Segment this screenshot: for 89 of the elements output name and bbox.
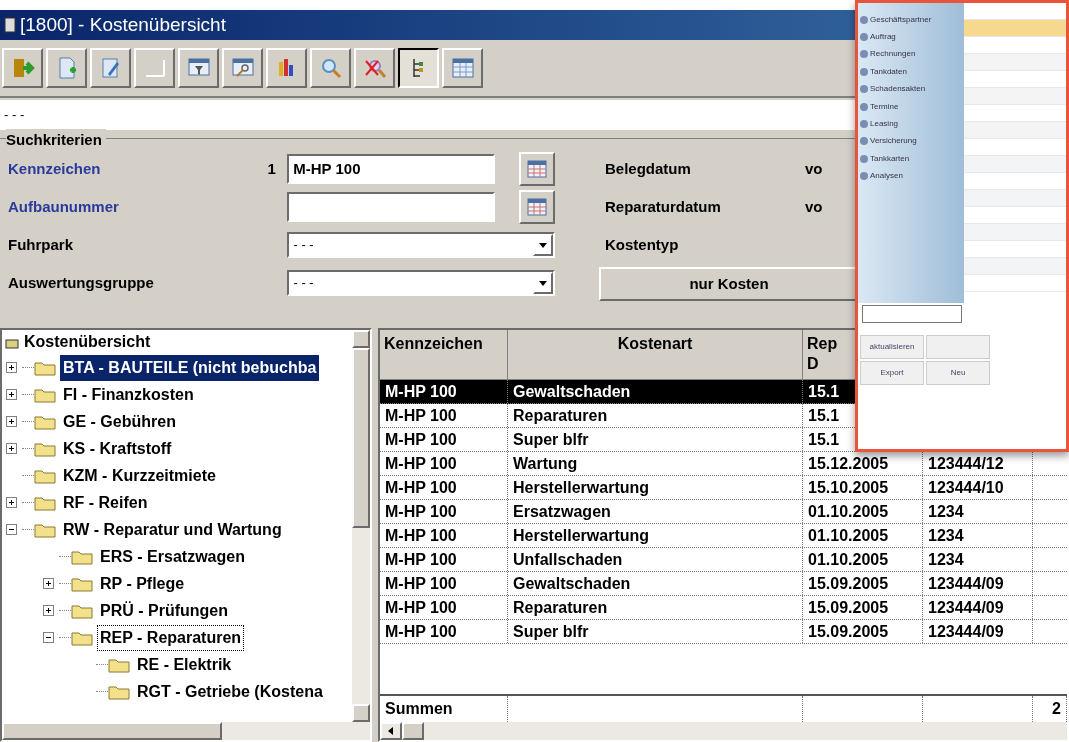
field-label: Kennzeichen <box>8 158 102 179</box>
table-cell: M-HP 100 <box>380 572 508 595</box>
tree-item[interactable]: RF - Reifen <box>60 489 151 516</box>
field-label: Auswertungsgruppe <box>8 272 155 293</box>
tree-item[interactable]: REP - Reparaturen <box>97 624 245 651</box>
table-row[interactable]: M-HP 100 Reparaturen 15.09.2005 123444/09 <box>380 596 1067 620</box>
dropdown[interactable]: - - - <box>287 270 555 296</box>
table-cell: Unfallschaden <box>508 548 803 571</box>
table-cell: M-HP 100 <box>380 476 508 499</box>
menu-item[interactable]: Auftrag <box>870 31 896 44</box>
tree-item[interactable]: KS - Kraftstoff <box>60 435 175 462</box>
totals-value: 2 <box>1052 700 1061 717</box>
overlay-button[interactable]: aktualisieren <box>860 335 924 359</box>
tree-item[interactable]: FI - Finanzkosten <box>60 381 197 408</box>
totals-label: Summen <box>385 700 453 717</box>
field-index: 1 <box>267 159 276 177</box>
input-field[interactable]: M-HP 100 <box>287 154 496 184</box>
table-cell: M-HP 100 <box>380 596 508 619</box>
overlay-button[interactable]: Export <box>860 361 924 385</box>
table-cell: Herstellerwartung <box>508 524 803 547</box>
dropdown[interactable]: - - - <box>287 232 555 258</box>
table-cell: M-HP 100 <box>380 500 508 523</box>
table-cell: 15.09.2005 <box>803 596 923 619</box>
field-label: Reparaturdatum <box>605 196 722 217</box>
table-cell: M-HP 100 <box>380 404 508 427</box>
table-row[interactable]: M-HP 100 Herstellerwartung 15.10.2005 123444/10 <box>380 476 1067 500</box>
table-cell: M-HP 100 <box>380 452 508 475</box>
field-label: Kostentyp <box>605 234 680 255</box>
table-cell: 15.09.2005 <box>803 572 923 595</box>
tree-item[interactable]: RGT - Getriebe (Kostena <box>134 678 326 705</box>
table-cell: Super blfr <box>508 428 803 451</box>
table-cell: 123444/09 <box>923 620 1033 643</box>
table-cell: M-HP 100 <box>380 548 508 571</box>
menu-item[interactable]: Tankkarten <box>870 152 910 165</box>
table-cell: Super blfr <box>508 620 803 643</box>
table-row[interactable]: M-HP 100 Gewaltschaden 15.09.2005 123444/09 <box>380 572 1067 596</box>
table-cell: Gewaltschaden <box>508 380 803 403</box>
menu-item[interactable]: Termine <box>870 100 899 113</box>
tree-item[interactable]: ERS - Ersatzwagen <box>97 543 248 570</box>
table-cell: 01.10.2005 <box>803 500 923 523</box>
table-row[interactable]: M-HP 100 Super blfr 15.09.2005 123444/09 <box>380 620 1067 644</box>
table-cell: 15.09.2005 <box>803 620 923 643</box>
table-row[interactable]: M-HP 100 Ersatzwagen 01.10.2005 1234 <box>380 500 1067 524</box>
menu-item[interactable]: Leasing <box>870 118 899 131</box>
tree-item[interactable]: RE - Elektrik <box>134 651 235 678</box>
field-label: vo <box>805 196 823 217</box>
table-cell: 1234 <box>923 548 1033 571</box>
tree-item[interactable]: RW - Reparatur und Wartung <box>60 516 285 543</box>
menu-item[interactable]: Geschäftspartner <box>870 13 932 26</box>
menu-item[interactable]: Versicherung <box>870 135 917 148</box>
table-cell: 01.10.2005 <box>803 524 923 547</box>
column-header[interactable]: Kennzeichen <box>380 330 508 379</box>
table-cell: Reparaturen <box>508 596 803 619</box>
table-cell: 123444/09 <box>923 596 1033 619</box>
table-cell: Ersatzwagen <box>508 500 803 523</box>
table-cell: Herstellerwartung <box>508 476 803 499</box>
table-cell: Reparaturen <box>508 404 803 427</box>
table-row[interactable]: M-HP 100 Unfallschaden 01.10.2005 1234 <box>380 548 1067 572</box>
table-cell: 1234 <box>923 500 1033 523</box>
table-cell: M-HP 100 <box>380 380 508 403</box>
menu-item[interactable]: Analysen <box>870 170 903 183</box>
tree-item[interactable]: GE - Gebühren <box>60 408 179 435</box>
table-cell: Gewaltschaden <box>508 572 803 595</box>
table-row[interactable]: M-HP 100 Herstellerwartung 01.10.2005 1234 <box>380 524 1067 548</box>
table-cell: Wartung <box>508 452 803 475</box>
overlay-button[interactable]: Neu <box>926 361 990 385</box>
table-cell: 15.10.2005 <box>803 476 923 499</box>
table-cell: M-HP 100 <box>380 524 508 547</box>
field-label: Fuhrpark <box>8 234 74 255</box>
tree-item[interactable]: KZM - Kurzzeitmiete <box>60 462 219 489</box>
table-cell: 123444/10 <box>923 476 1033 499</box>
tree-item[interactable]: BTA - BAUTEILE (nicht bebuchba <box>60 354 320 381</box>
table-cell: M-HP 100 <box>380 620 508 643</box>
info-line: - - - <box>4 106 25 125</box>
window-title: [1800] - Kostenübersicht <box>20 12 226 37</box>
column-header[interactable]: Kostenart <box>508 330 803 379</box>
tree-item[interactable]: RP - Pflege <box>97 570 188 597</box>
table-cell: 1234 <box>923 524 1033 547</box>
table-cell: 123444/09 <box>923 572 1033 595</box>
field-label: Belegdatum <box>605 158 692 179</box>
menu-item[interactable]: Schadensakten <box>870 83 926 96</box>
menu-item[interactable]: Rechnungen <box>870 48 916 61</box>
field-label: vo <box>805 158 823 179</box>
table-cell: M-HP 100 <box>380 428 508 451</box>
tree-item[interactable]: PRÜ - Prüfungen <box>97 597 231 624</box>
field-label: Aufbaunummer <box>8 196 120 217</box>
table-cell: 01.10.2005 <box>803 548 923 571</box>
tree-root[interactable]: Kostenübersicht <box>24 330 151 354</box>
menu-item[interactable]: Tankdaten <box>870 65 907 78</box>
